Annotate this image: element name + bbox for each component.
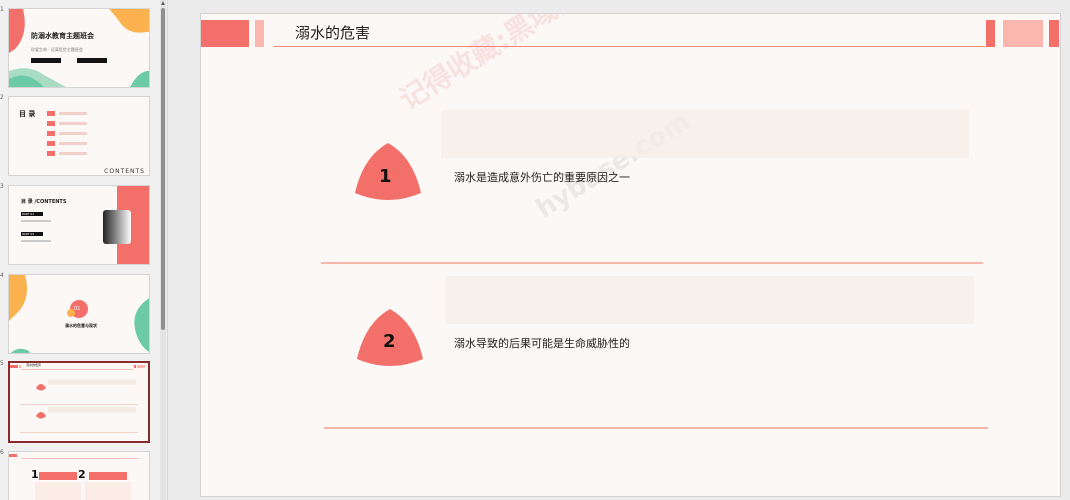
slide-5-mini-art	[10, 365, 145, 433]
item-1-text[interactable]: 溺水是造成意外伤亡的重要原因之一	[454, 169, 630, 185]
slide-thumbnail-panel[interactable]: 1 防溺水教育主题班会 珍爱生命 · 远离危险主题班会 2 目 录 CONTEN…	[0, 0, 168, 500]
presentation-editor: 1 防溺水教育主题班会 珍爱生命 · 远离危险主题班会 2 目 录 CONTEN…	[0, 0, 1070, 500]
slide-4-caption: 溺水的危害与现状	[65, 323, 97, 328]
item-2-number: 2	[383, 331, 396, 352]
item-1-band	[441, 110, 969, 158]
slide-thumbnail-1[interactable]: 防溺水教育主题班会 珍爱生命 · 远离危险主题班会	[8, 8, 150, 88]
slide-number: 2	[0, 94, 4, 101]
header-accent-strip	[255, 20, 264, 47]
slide-number: 4	[0, 272, 4, 279]
watermark-text: 记得收藏:黑域基地	[393, 13, 611, 117]
thumbnail-scrollbar[interactable]	[160, 0, 166, 500]
header-accent-edge	[1049, 20, 1059, 47]
slide-title[interactable]: 溺水的危害	[295, 22, 370, 43]
slide-6-number-1: 1	[31, 468, 39, 481]
item-2-band	[446, 276, 974, 324]
slide-thumbnail-3[interactable]: 目 录 /CONTENTS PART 01 PART 02	[8, 185, 150, 265]
item-1-number: 1	[379, 166, 392, 187]
slide-5-mini-title: 溺水的危害	[26, 363, 42, 367]
slide-6-number-2: 2	[78, 468, 86, 481]
slide-1-title: 防溺水教育主题班会	[31, 32, 94, 40]
item-1-divider	[321, 262, 983, 264]
slide-thumbnail-2[interactable]: 目 录 CONTENTS	[8, 96, 150, 176]
header-accent-block	[201, 20, 249, 47]
slide-2-title: 目 录	[19, 110, 36, 118]
item-2-text[interactable]: 溺水导致的后果可能是生命威胁性的	[454, 335, 630, 351]
slide-number: 1	[0, 6, 4, 13]
item-2-divider	[324, 427, 988, 429]
slide-3-part2: PART 02	[22, 232, 35, 236]
slide-number: 3	[0, 183, 4, 190]
slide-number: 6	[0, 449, 4, 456]
slide-3-part1: PART 01	[22, 212, 35, 216]
slide-canvas[interactable]: 溺水的危害 记得收藏:黑域基地 hybase.com 1 溺水是造成意外伤亡的重…	[200, 13, 1061, 497]
header-accent-block-right	[1003, 20, 1043, 47]
slide-1-subtitle: 珍爱生命 · 远离危险主题班会	[31, 47, 83, 52]
title-underline	[273, 46, 985, 47]
slide-thumbnail-6[interactable]: 1 2	[8, 451, 150, 500]
slide-3-title: 目 录 /CONTENTS	[21, 199, 67, 205]
slide-4-art	[9, 275, 149, 353]
header-accent-strip-right	[986, 20, 995, 47]
slide-thumbnail-5-selected[interactable]: 溺水的危害	[8, 361, 150, 443]
scroll-up-arrow-icon[interactable]	[161, 1, 165, 5]
slide-thumbnail-4[interactable]: 01 溺水的危害与现状	[8, 274, 150, 354]
slide-4-badge: 01	[74, 306, 81, 312]
slide-number: 5	[0, 360, 4, 367]
slide-2-footer: CONTENTS	[104, 168, 145, 175]
scrollbar-thumb[interactable]	[161, 8, 165, 330]
